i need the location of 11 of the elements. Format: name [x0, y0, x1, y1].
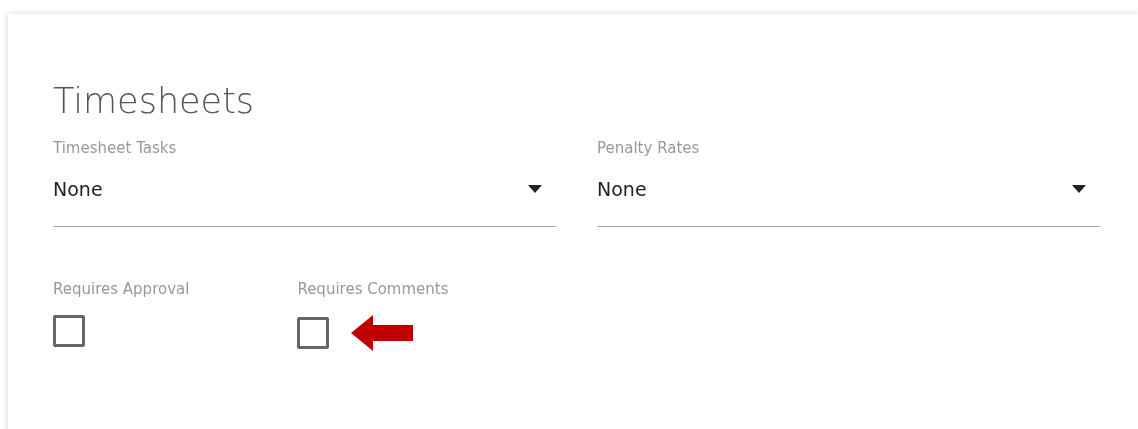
section-title: Timesheets [53, 80, 255, 122]
dropdown-field[interactable]: None [53, 158, 556, 227]
checkbox-label: Requires Approval [53, 279, 190, 299]
field-label: Penalty Rates [597, 138, 700, 158]
caret-icon [1072, 185, 1086, 193]
field-label: Timesheet Tasks [53, 138, 177, 158]
dropdown-field[interactable]: None [597, 158, 1100, 227]
caret-icon [528, 185, 542, 193]
checkbox[interactable] [297, 317, 330, 349]
checkbox[interactable] [53, 315, 85, 347]
checkbox-label: Requires Comments [297, 279, 449, 299]
